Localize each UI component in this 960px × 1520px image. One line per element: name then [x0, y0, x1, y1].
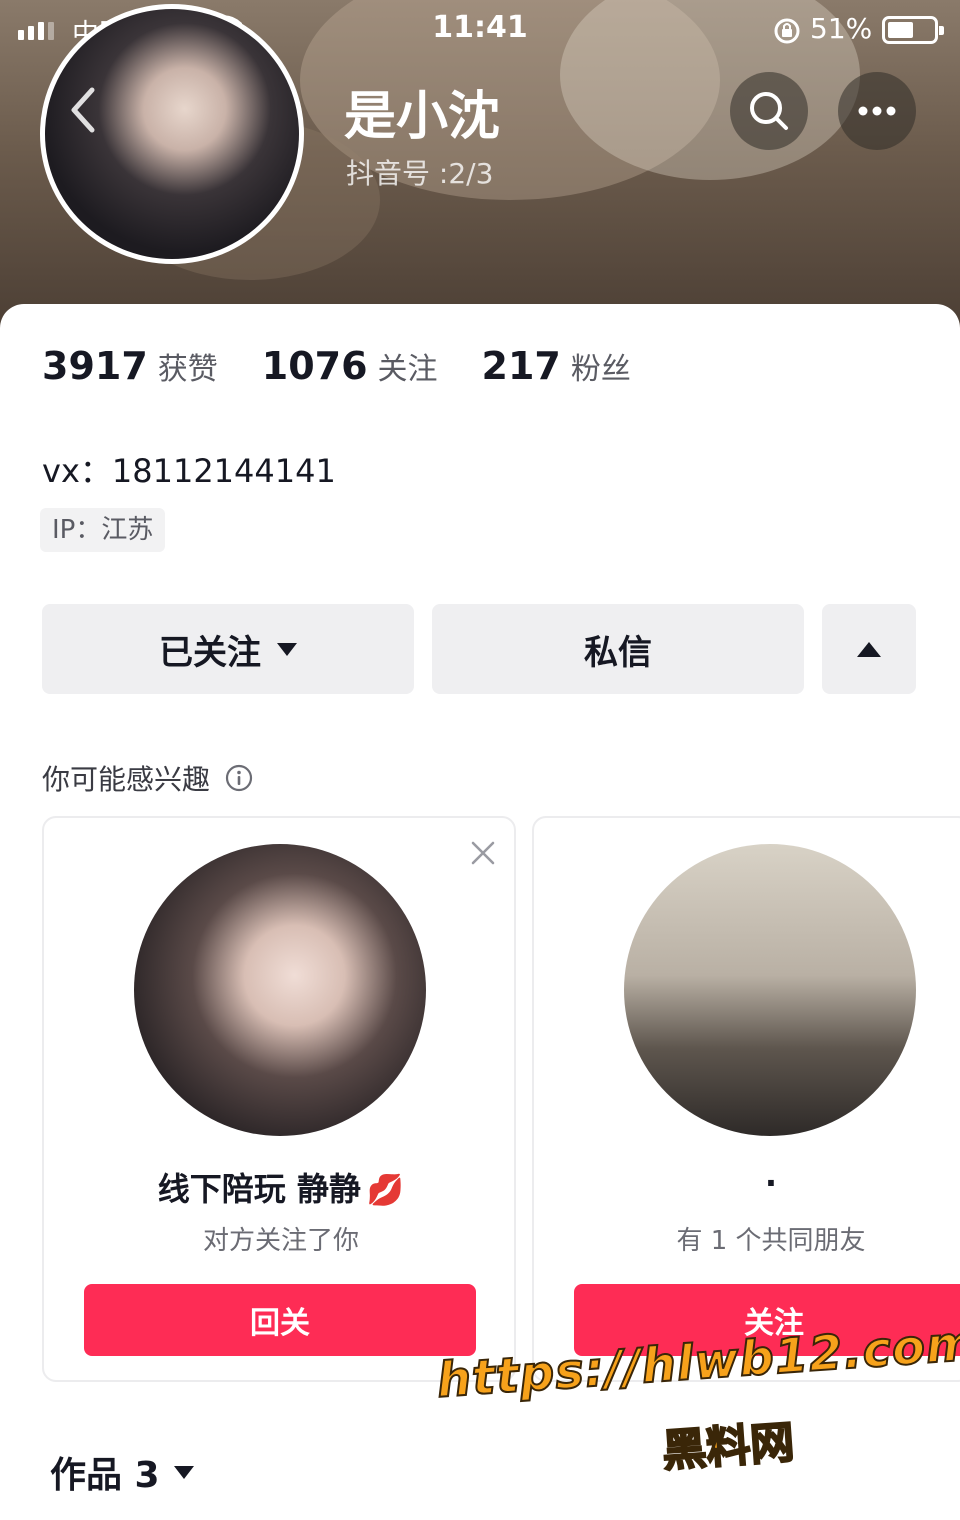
search-icon	[750, 92, 788, 130]
suggested-user-name: ·	[764, 1164, 778, 1202]
watermark-name: 黑料网	[660, 1416, 797, 1478]
suggested-user-avatar[interactable]	[624, 844, 916, 1136]
suggested-user-card[interactable]: 线下陪玩 静静 💋 对方关注了你 回关	[42, 816, 516, 1382]
suggested-user-name: 线下陪玩 静静 💋	[44, 1164, 514, 1210]
suggested-user-avatar[interactable]	[134, 844, 426, 1136]
profile-header: 中国联通 11:41 51% 是小沈 抖音号 :2/3	[0, 0, 960, 340]
suggestions-title: 你可能感兴趣	[42, 763, 211, 796]
works-tab-label: 作品 3	[50, 1455, 160, 1496]
close-icon[interactable]	[468, 838, 498, 868]
stat-followers-value: 217	[481, 344, 561, 388]
stat-following-label: 关注	[377, 352, 438, 387]
stat-following-value: 1076	[261, 344, 368, 388]
stat-likes[interactable]: 3917 获赞	[42, 344, 218, 388]
more-options-button[interactable]	[838, 72, 916, 150]
caret-down-icon	[277, 642, 297, 656]
douyin-id: 抖音号 :2/3	[346, 157, 494, 190]
follow-back-button[interactable]: 回关	[84, 1284, 476, 1356]
caret-down-icon	[173, 1465, 194, 1479]
stat-likes-value: 3917	[42, 344, 148, 388]
profile-stats: 3917 获赞 1076 关注 217 粉丝	[42, 344, 675, 388]
watermark: https://hlwb12.com 黑料网	[434, 1314, 960, 1512]
stat-followers[interactable]: 217 粉丝	[482, 344, 631, 388]
suggested-user-card[interactable]: · 有 1 个共同朋友 关注	[532, 816, 960, 1382]
followed-button-label: 已关注	[159, 632, 261, 673]
more-dots-icon	[858, 106, 896, 116]
stat-following[interactable]: 1076 关注	[262, 344, 438, 388]
search-button[interactable]	[730, 72, 808, 150]
orientation-lock-icon	[774, 18, 800, 44]
works-tab[interactable]: 作品 3	[50, 1446, 194, 1498]
stat-followers-label: 粉丝	[570, 352, 631, 387]
suggested-user-reason: 有 1 个共同朋友	[676, 1226, 866, 1256]
info-icon[interactable]	[224, 763, 254, 793]
caret-up-icon	[857, 641, 881, 657]
battery-icon	[882, 16, 944, 44]
expand-suggestions-button[interactable]	[822, 604, 916, 694]
suggestions-header: 你可能感兴趣	[42, 758, 254, 798]
profile-bio: vx：18112144141	[42, 452, 336, 490]
back-arrow-icon[interactable]	[58, 80, 108, 140]
message-button-label: 私信	[584, 632, 652, 673]
message-button[interactable]: 私信	[432, 604, 804, 694]
battery-percentage: 51%	[810, 12, 873, 45]
lips-emoji-icon: 💋	[366, 1173, 405, 1208]
followed-button[interactable]: 已关注	[42, 604, 414, 694]
stat-likes-label: 获赞	[157, 352, 218, 387]
suggested-user-name-text: 线下陪玩 静静	[157, 1170, 361, 1208]
profile-nickname: 是小沈	[344, 87, 501, 147]
suggested-user-reason: 对方关注了你	[202, 1226, 359, 1256]
ip-location-tag: IP：江苏	[40, 508, 166, 552]
